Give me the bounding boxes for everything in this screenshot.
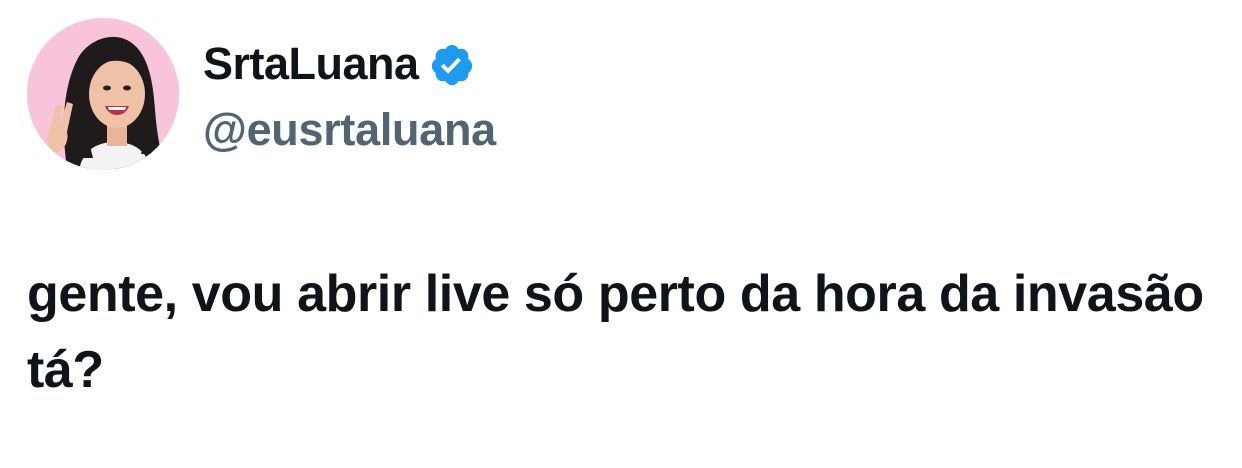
display-name[interactable]: SrtaLuana bbox=[203, 34, 419, 94]
tweet-author: SrtaLuana @eusrtaluana bbox=[203, 34, 496, 160]
user-handle[interactable]: @eusrtaluana bbox=[203, 100, 496, 160]
avatar[interactable] bbox=[27, 18, 179, 170]
tweet-text: gente, vou abrir live só perto da hora d… bbox=[27, 265, 1204, 399]
tweet-card: SrtaLuana @eusrtaluana gente, vou abrir … bbox=[0, 0, 1242, 468]
verified-badge-icon bbox=[429, 42, 475, 88]
name-row: SrtaLuana bbox=[203, 34, 496, 94]
profile-photo-icon bbox=[27, 18, 179, 170]
